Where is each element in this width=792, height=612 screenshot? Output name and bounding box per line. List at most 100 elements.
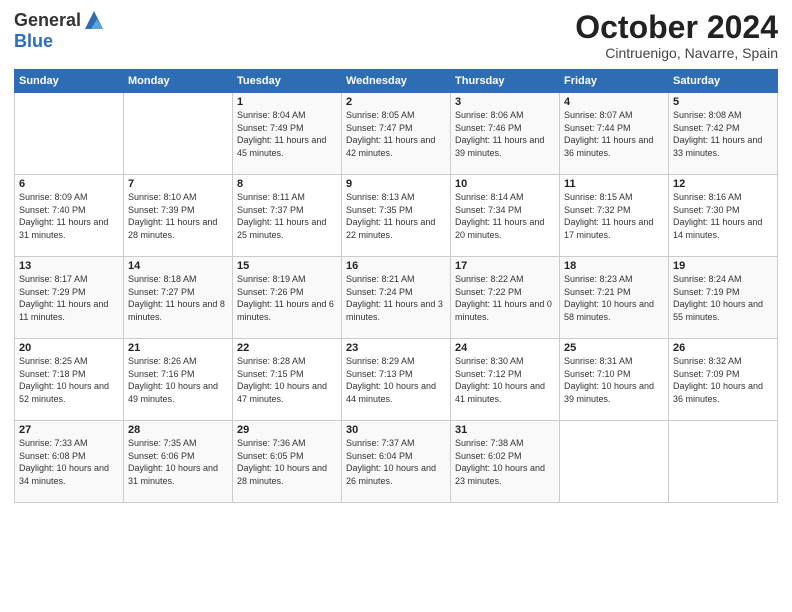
day-number: 15 — [237, 260, 337, 272]
day-info: Sunrise: 7:33 AM Sunset: 6:08 PM Dayligh… — [19, 437, 119, 487]
day-number: 6 — [19, 178, 119, 190]
day-header: Saturday — [669, 70, 778, 93]
calendar-cell: 20Sunrise: 8:25 AM Sunset: 7:18 PM Dayli… — [15, 339, 124, 421]
day-number: 9 — [346, 178, 446, 190]
subtitle: Cintruenigo, Navarre, Spain — [575, 45, 778, 61]
calendar-cell — [15, 93, 124, 175]
calendar-cell: 17Sunrise: 8:22 AM Sunset: 7:22 PM Dayli… — [451, 257, 560, 339]
day-info: Sunrise: 8:29 AM Sunset: 7:13 PM Dayligh… — [346, 355, 446, 405]
day-number: 5 — [673, 96, 773, 108]
day-number: 29 — [237, 424, 337, 436]
day-info: Sunrise: 8:19 AM Sunset: 7:26 PM Dayligh… — [237, 273, 337, 323]
day-number: 2 — [346, 96, 446, 108]
day-number: 21 — [128, 342, 228, 354]
day-info: Sunrise: 8:15 AM Sunset: 7:32 PM Dayligh… — [564, 191, 664, 241]
day-header: Sunday — [15, 70, 124, 93]
day-number: 16 — [346, 260, 446, 272]
page-container: General Blue October 2024 Cintruenigo, N… — [0, 0, 792, 513]
day-info: Sunrise: 8:31 AM Sunset: 7:10 PM Dayligh… — [564, 355, 664, 405]
day-number: 4 — [564, 96, 664, 108]
calendar-cell: 12Sunrise: 8:16 AM Sunset: 7:30 PM Dayli… — [669, 175, 778, 257]
day-number: 27 — [19, 424, 119, 436]
day-number: 25 — [564, 342, 664, 354]
day-number: 18 — [564, 260, 664, 272]
day-number: 7 — [128, 178, 228, 190]
day-info: Sunrise: 8:21 AM Sunset: 7:24 PM Dayligh… — [346, 273, 446, 323]
calendar-cell: 9Sunrise: 8:13 AM Sunset: 7:35 PM Daylig… — [342, 175, 451, 257]
calendar-cell: 10Sunrise: 8:14 AM Sunset: 7:34 PM Dayli… — [451, 175, 560, 257]
day-info: Sunrise: 8:04 AM Sunset: 7:49 PM Dayligh… — [237, 109, 337, 159]
day-header: Thursday — [451, 70, 560, 93]
logo-blue: Blue — [14, 31, 53, 51]
calendar-cell: 29Sunrise: 7:36 AM Sunset: 6:05 PM Dayli… — [233, 421, 342, 503]
day-info: Sunrise: 8:10 AM Sunset: 7:39 PM Dayligh… — [128, 191, 228, 241]
day-header: Wednesday — [342, 70, 451, 93]
day-number: 24 — [455, 342, 555, 354]
calendar-cell — [669, 421, 778, 503]
day-header: Monday — [124, 70, 233, 93]
calendar-cell: 25Sunrise: 8:31 AM Sunset: 7:10 PM Dayli… — [560, 339, 669, 421]
day-number: 28 — [128, 424, 228, 436]
day-info: Sunrise: 8:32 AM Sunset: 7:09 PM Dayligh… — [673, 355, 773, 405]
day-info: Sunrise: 8:11 AM Sunset: 7:37 PM Dayligh… — [237, 191, 337, 241]
day-info: Sunrise: 8:05 AM Sunset: 7:47 PM Dayligh… — [346, 109, 446, 159]
day-info: Sunrise: 8:23 AM Sunset: 7:21 PM Dayligh… — [564, 273, 664, 323]
day-number: 10 — [455, 178, 555, 190]
logo-icon — [83, 11, 105, 29]
calendar-cell: 7Sunrise: 8:10 AM Sunset: 7:39 PM Daylig… — [124, 175, 233, 257]
header: General Blue October 2024 Cintruenigo, N… — [14, 10, 778, 61]
day-number: 11 — [564, 178, 664, 190]
day-info: Sunrise: 8:16 AM Sunset: 7:30 PM Dayligh… — [673, 191, 773, 241]
title-section: October 2024 Cintruenigo, Navarre, Spain — [575, 10, 778, 61]
day-info: Sunrise: 8:18 AM Sunset: 7:27 PM Dayligh… — [128, 273, 228, 323]
day-number: 3 — [455, 96, 555, 108]
day-info: Sunrise: 8:17 AM Sunset: 7:29 PM Dayligh… — [19, 273, 119, 323]
calendar-cell: 30Sunrise: 7:37 AM Sunset: 6:04 PM Dayli… — [342, 421, 451, 503]
day-info: Sunrise: 7:35 AM Sunset: 6:06 PM Dayligh… — [128, 437, 228, 487]
day-info: Sunrise: 7:37 AM Sunset: 6:04 PM Dayligh… — [346, 437, 446, 487]
calendar-cell: 2Sunrise: 8:05 AM Sunset: 7:47 PM Daylig… — [342, 93, 451, 175]
day-number: 30 — [346, 424, 446, 436]
calendar-cell: 1Sunrise: 8:04 AM Sunset: 7:49 PM Daylig… — [233, 93, 342, 175]
calendar-table: SundayMondayTuesdayWednesdayThursdayFrid… — [14, 69, 778, 503]
day-info: Sunrise: 8:30 AM Sunset: 7:12 PM Dayligh… — [455, 355, 555, 405]
day-info: Sunrise: 8:24 AM Sunset: 7:19 PM Dayligh… — [673, 273, 773, 323]
calendar-cell: 24Sunrise: 8:30 AM Sunset: 7:12 PM Dayli… — [451, 339, 560, 421]
day-info: Sunrise: 7:38 AM Sunset: 6:02 PM Dayligh… — [455, 437, 555, 487]
calendar-cell: 31Sunrise: 7:38 AM Sunset: 6:02 PM Dayli… — [451, 421, 560, 503]
calendar-cell: 11Sunrise: 8:15 AM Sunset: 7:32 PM Dayli… — [560, 175, 669, 257]
calendar-cell: 28Sunrise: 7:35 AM Sunset: 6:06 PM Dayli… — [124, 421, 233, 503]
day-info: Sunrise: 8:08 AM Sunset: 7:42 PM Dayligh… — [673, 109, 773, 159]
day-number: 12 — [673, 178, 773, 190]
day-header: Friday — [560, 70, 669, 93]
calendar-cell: 13Sunrise: 8:17 AM Sunset: 7:29 PM Dayli… — [15, 257, 124, 339]
day-number: 17 — [455, 260, 555, 272]
day-number: 20 — [19, 342, 119, 354]
day-info: Sunrise: 8:09 AM Sunset: 7:40 PM Dayligh… — [19, 191, 119, 241]
calendar-cell: 14Sunrise: 8:18 AM Sunset: 7:27 PM Dayli… — [124, 257, 233, 339]
day-info: Sunrise: 8:26 AM Sunset: 7:16 PM Dayligh… — [128, 355, 228, 405]
calendar-cell: 4Sunrise: 8:07 AM Sunset: 7:44 PM Daylig… — [560, 93, 669, 175]
calendar-cell: 21Sunrise: 8:26 AM Sunset: 7:16 PM Dayli… — [124, 339, 233, 421]
calendar-cell — [124, 93, 233, 175]
month-title: October 2024 — [575, 10, 778, 45]
day-info: Sunrise: 8:07 AM Sunset: 7:44 PM Dayligh… — [564, 109, 664, 159]
calendar-cell — [560, 421, 669, 503]
day-info: Sunrise: 8:22 AM Sunset: 7:22 PM Dayligh… — [455, 273, 555, 323]
day-number: 8 — [237, 178, 337, 190]
day-number: 14 — [128, 260, 228, 272]
day-info: Sunrise: 8:28 AM Sunset: 7:15 PM Dayligh… — [237, 355, 337, 405]
day-number: 19 — [673, 260, 773, 272]
calendar-cell: 23Sunrise: 8:29 AM Sunset: 7:13 PM Dayli… — [342, 339, 451, 421]
day-info: Sunrise: 7:36 AM Sunset: 6:05 PM Dayligh… — [237, 437, 337, 487]
calendar-cell: 6Sunrise: 8:09 AM Sunset: 7:40 PM Daylig… — [15, 175, 124, 257]
day-number: 13 — [19, 260, 119, 272]
calendar-cell: 3Sunrise: 8:06 AM Sunset: 7:46 PM Daylig… — [451, 93, 560, 175]
logo-general: General — [14, 10, 81, 31]
calendar-cell: 15Sunrise: 8:19 AM Sunset: 7:26 PM Dayli… — [233, 257, 342, 339]
day-number: 26 — [673, 342, 773, 354]
calendar-cell: 16Sunrise: 8:21 AM Sunset: 7:24 PM Dayli… — [342, 257, 451, 339]
calendar-cell: 5Sunrise: 8:08 AM Sunset: 7:42 PM Daylig… — [669, 93, 778, 175]
day-header: Tuesday — [233, 70, 342, 93]
day-number: 22 — [237, 342, 337, 354]
